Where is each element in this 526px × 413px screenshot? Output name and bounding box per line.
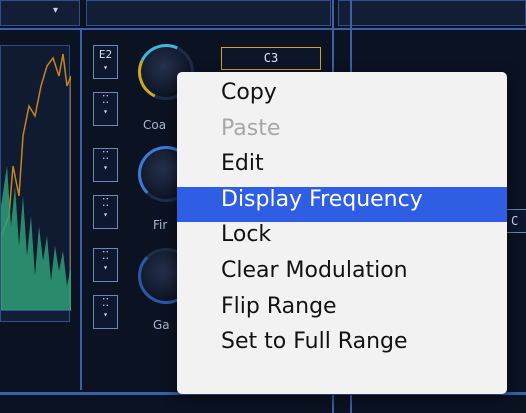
step-selector-icon: ⁚⁚: [102, 149, 109, 162]
menu-item-set-full-range[interactable]: Set to Full Range: [177, 329, 507, 365]
step-selector-3[interactable]: ⁚⁚ ▾: [93, 195, 118, 229]
chevron-down-icon: ▾: [103, 107, 108, 116]
chevron-down-icon: ▾: [103, 210, 108, 219]
menu-item-display-frequency[interactable]: Display Frequency: [177, 186, 507, 223]
context-menu: Copy Paste Edit Display Frequency Lock C…: [177, 72, 507, 394]
waveform-display: [0, 45, 72, 312]
chevron-down-icon: ▾: [103, 263, 108, 272]
step-selector-2[interactable]: ⁚⁚ ▾: [93, 148, 118, 182]
waveform-graph: [0, 53, 72, 312]
top-panel: [86, 0, 331, 26]
step-selector-icon: ⁚⁚: [102, 196, 109, 209]
menu-item-flip-range[interactable]: Flip Range: [177, 294, 507, 330]
step-selector-icon: ⁚⁚: [102, 249, 109, 262]
chevron-down-icon: ▾: [103, 310, 108, 319]
step-selector-1[interactable]: ⁚⁚ ▾: [93, 92, 118, 126]
menu-item-edit[interactable]: Edit: [177, 151, 507, 187]
menu-item-clear-modulation[interactable]: Clear Modulation: [177, 258, 507, 294]
chevron-down-icon: ▾: [103, 163, 108, 172]
step-selector-icon: ⁚⁚: [102, 93, 109, 106]
step-selector-4[interactable]: ⁚⁚ ▾: [93, 248, 118, 282]
menu-item-lock[interactable]: Lock: [177, 222, 507, 258]
divider: [0, 28, 526, 30]
right-note-display[interactable]: C: [506, 209, 526, 233]
note-display[interactable]: C3: [221, 47, 321, 70]
fine-knob-label: Fir: [153, 218, 168, 232]
lfo-selector[interactable]: E2 ▾: [93, 45, 118, 79]
top-panel-right: [338, 0, 526, 26]
step-selector-icon: ⁚⁚: [102, 296, 109, 309]
top-dropdown[interactable]: ▾: [0, 0, 80, 26]
chevron-down-icon: ▾: [103, 63, 108, 72]
lfo-selector-label: E2: [98, 48, 113, 61]
chevron-down-icon: ▾: [53, 5, 59, 16]
menu-item-copy[interactable]: Copy: [177, 80, 507, 116]
coarse-knob-label: Coa: [143, 118, 167, 132]
divider-v1: [80, 30, 82, 390]
gain-knob-label: Ga: [153, 318, 170, 332]
step-selector-5[interactable]: ⁚⁚ ▾: [93, 295, 118, 329]
wave-scroll[interactable]: [0, 310, 70, 322]
menu-item-paste[interactable]: Paste: [177, 116, 507, 152]
